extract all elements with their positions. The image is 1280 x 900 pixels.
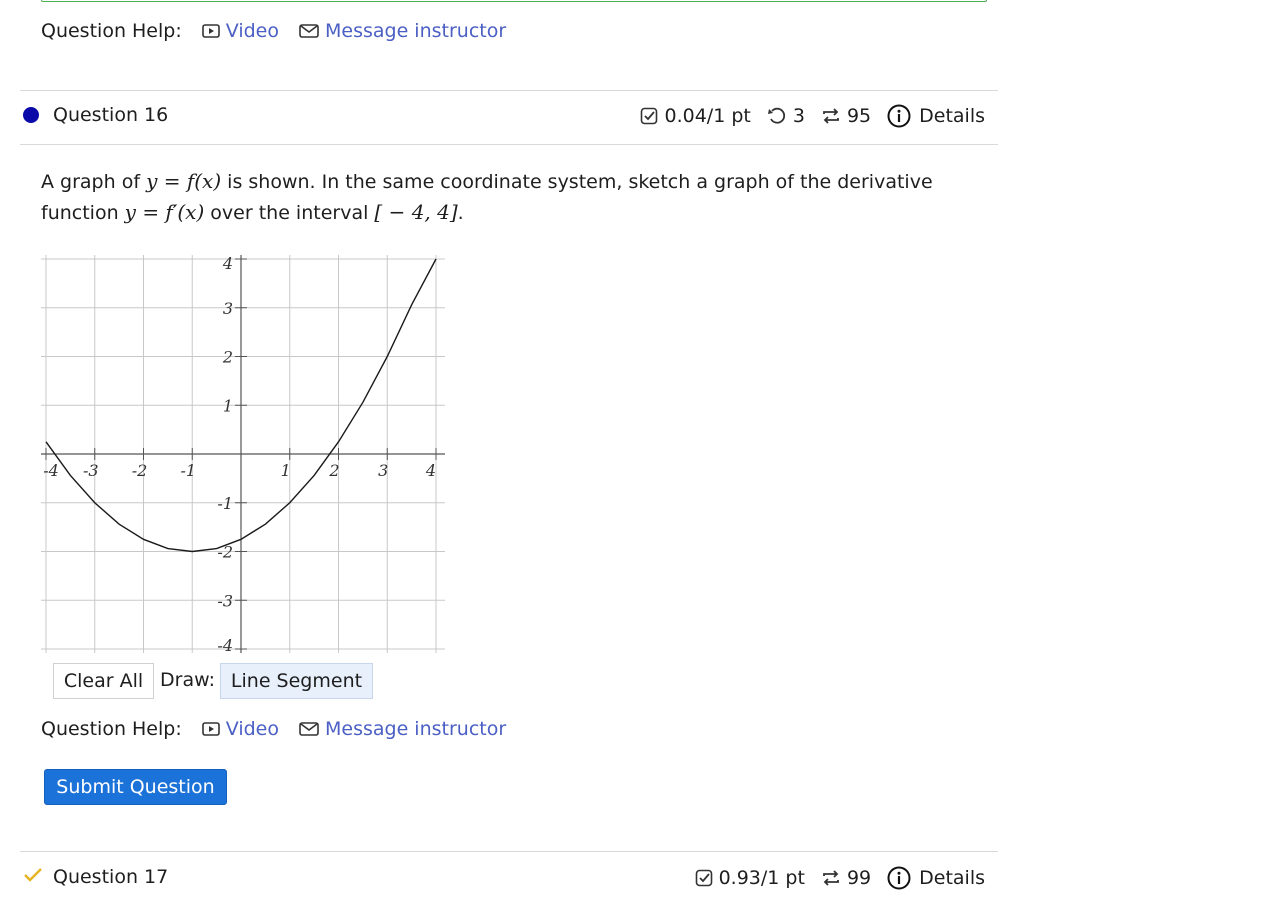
score-check-icon <box>640 107 658 125</box>
clear-all-button[interactable]: Clear All <box>53 663 154 699</box>
question-help-row-top: Question Help: Video Message instructor <box>41 20 506 42</box>
message-instructor-link[interactable]: Message instructor <box>299 20 506 42</box>
message-instructor-link[interactable]: Message instructor <box>299 718 506 740</box>
y-tick-label: 1 <box>223 396 233 415</box>
question-17-title: Question 17 <box>53 866 169 888</box>
video-icon <box>201 24 220 38</box>
envelope-icon <box>299 24 319 38</box>
prompt-text: function <box>41 202 125 224</box>
attempts-icon <box>821 868 841 888</box>
divider <box>20 851 998 852</box>
question-16-attempts: 95 <box>846 105 872 127</box>
question-16-retries: 3 <box>792 105 805 127</box>
video-icon <box>201 722 220 736</box>
y-tick-label: -1 <box>217 494 233 513</box>
divider <box>20 144 998 145</box>
video-link-label: Video <box>225 718 279 740</box>
x-tick-label: -3 <box>83 461 99 480</box>
question-help-label: Question Help: <box>41 20 182 42</box>
info-icon <box>887 866 911 890</box>
y-tick-label: -3 <box>217 591 233 610</box>
video-link[interactable]: Video <box>201 20 279 42</box>
draw-label: Draw: <box>160 669 215 691</box>
x-tick-label: 1 <box>281 461 291 480</box>
question-16-header[interactable]: Question 16 <box>23 104 168 126</box>
retry-icon <box>767 107 787 125</box>
attempts-icon <box>821 106 841 126</box>
envelope-icon <box>299 722 319 736</box>
divider <box>20 90 998 91</box>
info-icon <box>887 104 911 128</box>
x-tick-label: -1 <box>180 461 196 480</box>
score-check-icon <box>695 869 713 887</box>
previous-question-border <box>41 0 987 2</box>
prompt-text: . <box>457 202 464 224</box>
question-17-header[interactable]: Question 17 <box>23 866 168 888</box>
details-label: Details <box>919 105 985 127</box>
x-tick-label: 3 <box>378 461 388 480</box>
question-help-label: Question Help: <box>41 718 182 740</box>
message-instructor-label: Message instructor <box>324 718 507 740</box>
video-link-label: Video <box>225 20 279 42</box>
y-tick-label: 4 <box>222 255 233 273</box>
question-17-score: 0.93/1 pt <box>718 867 805 889</box>
completed-check-icon <box>23 866 43 888</box>
message-instructor-label: Message instructor <box>324 20 507 42</box>
prompt-text: is shown. In the same coordinate system,… <box>221 171 933 193</box>
x-tick-label: -2 <box>132 461 148 480</box>
question-16-prompt: A graph of y = f(x) is shown. In the sam… <box>41 166 981 228</box>
prompt-text: over the interval <box>204 202 375 224</box>
graph-axes <box>41 255 445 653</box>
details-label: Details <box>919 867 985 889</box>
x-tick-label: 2 <box>328 461 339 480</box>
math-expression: y = f(x) <box>146 169 222 193</box>
submit-question-button[interactable]: Submit Question <box>44 769 227 805</box>
graph-canvas[interactable]: -4 -3 -2 -1 1 2 3 44321-1-2-3-4 <box>41 255 445 653</box>
x-tick-label: -4 <box>43 461 59 480</box>
math-expression: y = f′(x) <box>124 200 205 224</box>
question-16-meta: 0.04/1 pt 3 95 Details <box>640 104 985 128</box>
y-tick-label: 3 <box>223 299 233 318</box>
video-link[interactable]: Video <box>201 718 279 740</box>
details-link[interactable]: Details <box>887 866 985 890</box>
prompt-text: A graph of <box>41 171 147 193</box>
question-17-meta: 0.93/1 pt 99 Details <box>695 866 985 890</box>
math-expression: [ − 4, 4] <box>374 200 458 224</box>
line-segment-tool-button[interactable]: Line Segment <box>220 663 373 699</box>
question-help-row: Question Help: Video Message instructor <box>41 718 506 740</box>
x-tick-label: 4 <box>425 461 436 480</box>
question-16-score: 0.04/1 pt <box>664 105 751 127</box>
details-link[interactable]: Details <box>887 104 985 128</box>
y-tick-label: -4 <box>217 636 233 653</box>
current-question-dot-icon <box>23 107 39 123</box>
question-17-attempts: 99 <box>846 867 872 889</box>
y-tick-label: 2 <box>222 348 233 367</box>
question-16-title: Question 16 <box>53 104 169 126</box>
